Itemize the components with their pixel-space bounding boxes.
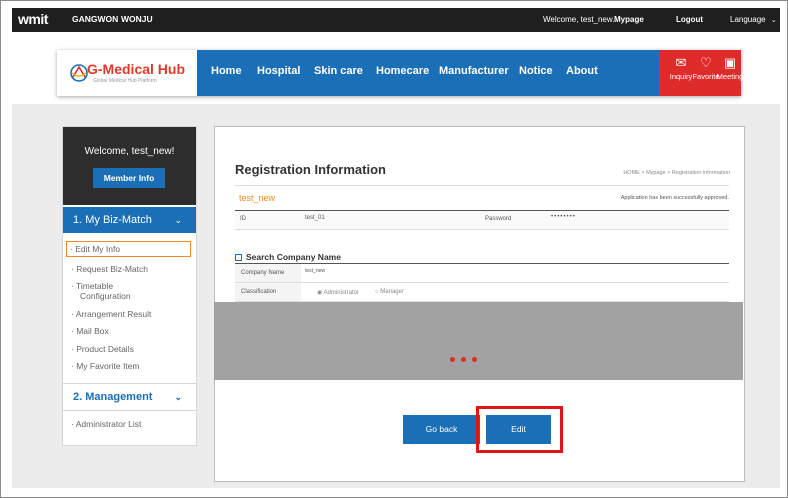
classification-row: Classification ◉ Administrator ○ Manager bbox=[235, 283, 729, 302]
breadcrumb: HOME > Mypage > Registration information bbox=[623, 170, 730, 176]
welcome-text: Welcome, test_new. bbox=[543, 15, 615, 24]
chevron-down-icon: ⌄ bbox=[174, 392, 182, 402]
language-select[interactable]: Language ⌄ bbox=[730, 15, 777, 24]
divider bbox=[235, 185, 729, 186]
loading-overlay bbox=[214, 302, 743, 380]
sidebar-welcome: Welcome, test_new! bbox=[84, 146, 175, 157]
main-nav: Home Hospital Skin care Homecare Manufac… bbox=[197, 50, 660, 96]
loading-dot bbox=[472, 357, 477, 362]
top-bar: wmit GANGWON WONJU Welcome, test_new. My… bbox=[12, 8, 780, 32]
region-gangwon: GANGWON bbox=[72, 14, 119, 24]
radio-administrator[interactable]: ◉ Administrator bbox=[317, 289, 359, 296]
section-title: 1. My Biz-Match bbox=[73, 214, 152, 226]
loading-dot bbox=[450, 357, 455, 362]
sidebar-item-request-biz-match[interactable]: · Request Biz-Match bbox=[71, 264, 148, 274]
main-header: G-Medical Hub Global Medical Hub Platfor… bbox=[57, 50, 744, 96]
section-title: 2. Management bbox=[73, 391, 153, 403]
mypage-link[interactable]: Mypage bbox=[614, 15, 644, 24]
nav-notice[interactable]: Notice bbox=[519, 65, 553, 77]
member-info-button[interactable]: Member Info bbox=[93, 168, 165, 188]
search-company-section: Search Company Name bbox=[235, 252, 341, 262]
radio-icon: ○ bbox=[375, 289, 379, 295]
meeting-label: Meeting bbox=[716, 72, 744, 81]
sidebar-item-mail-box[interactable]: · Mail Box bbox=[71, 326, 109, 336]
globe-logo-icon bbox=[70, 64, 88, 82]
nav-home[interactable]: Home bbox=[211, 65, 242, 77]
user-name: test_new bbox=[239, 193, 276, 203]
sidebar: Welcome, test_new! Member Info 1. My Biz… bbox=[62, 126, 197, 446]
id-label: ID bbox=[240, 216, 246, 222]
loading-dot bbox=[461, 357, 466, 362]
meeting-button[interactable]: ▣ Meeting bbox=[716, 55, 744, 82]
nav-homecare[interactable]: Homecare bbox=[376, 65, 429, 77]
inquiry-button[interactable]: ✉ Inquiry bbox=[667, 55, 695, 82]
quick-menu: ✉ Inquiry ♡ Favorite ▣ Meeting bbox=[659, 50, 744, 96]
nav-about[interactable]: About bbox=[566, 65, 598, 77]
nav-skin-care[interactable]: Skin care bbox=[314, 65, 363, 77]
square-bullet-icon bbox=[235, 254, 242, 262]
password-field[interactable]: •••••••• bbox=[551, 214, 576, 220]
company-name-label: Company Name bbox=[241, 270, 285, 276]
chevron-down-icon: ⌄ bbox=[174, 215, 182, 225]
video-meeting-icon: ▣ bbox=[723, 55, 737, 70]
radio-icon: ◉ bbox=[317, 290, 323, 296]
radio-manager-label: Manager bbox=[380, 289, 404, 295]
sidebar-section-my-biz-match[interactable]: 1. My Biz-Match ⌄ bbox=[63, 207, 196, 233]
brand-logo[interactable]: G-Medical Hub Global Medical Hub Platfor… bbox=[57, 50, 197, 96]
go-back-button[interactable]: Go back bbox=[403, 415, 480, 444]
sidebar-item-arrangement-result[interactable]: · Arrangement Result bbox=[71, 309, 151, 319]
sidebar-section-management[interactable]: 2. Management ⌄ bbox=[63, 383, 196, 411]
edit-highlight-box bbox=[476, 406, 563, 453]
brand-subtitle: Global Medical Hub Platform bbox=[93, 78, 157, 84]
logout-link[interactable]: Logout bbox=[676, 15, 703, 24]
radio-manager[interactable]: ○ Manager bbox=[375, 289, 404, 295]
approval-status: Application has been successfully approv… bbox=[620, 195, 729, 201]
page-title: Registration Information bbox=[235, 162, 386, 177]
nav-manufacturer[interactable]: Manufacturer bbox=[439, 65, 509, 77]
region-wonju: WONJU bbox=[121, 14, 153, 24]
wmit-logo[interactable]: wmit bbox=[18, 11, 48, 27]
sidebar-item-administrator-list[interactable]: · Administrator List bbox=[71, 419, 141, 429]
sidebar-item-product-details[interactable]: · Product Details bbox=[71, 344, 134, 354]
sidebar-item-my-favorite-item[interactable]: · My Favorite Item bbox=[71, 361, 139, 371]
radio-administrator-label: Administrator bbox=[323, 290, 359, 296]
classification-label: Classification bbox=[241, 289, 277, 295]
company-name-value: test_new bbox=[305, 268, 326, 274]
sidebar-item-edit-my-info[interactable]: · Edit My Info bbox=[66, 241, 191, 257]
sidebar-item-timetable-configuration[interactable]: Configuration bbox=[80, 291, 131, 301]
company-name-row: Company Name test_new bbox=[235, 263, 729, 283]
section-label: Search Company Name bbox=[246, 252, 341, 262]
id-value: test_01 bbox=[305, 215, 325, 221]
sidebar-welcome-box: Welcome, test_new! Member Info bbox=[63, 127, 196, 205]
password-label: Password bbox=[485, 216, 512, 222]
chevron-down-icon: ⌄ bbox=[770, 17, 777, 24]
inquiry-label: Inquiry bbox=[669, 72, 693, 81]
language-label: Language bbox=[730, 15, 766, 24]
nav-hospital[interactable]: Hospital bbox=[257, 65, 300, 77]
sidebar-item-timetable[interactable]: · Timetable bbox=[71, 281, 113, 291]
brand-name: G-Medical Hub bbox=[87, 61, 186, 77]
mail-icon: ✉ bbox=[675, 55, 687, 70]
account-table: ID test_01 Password •••••••• bbox=[235, 210, 729, 230]
